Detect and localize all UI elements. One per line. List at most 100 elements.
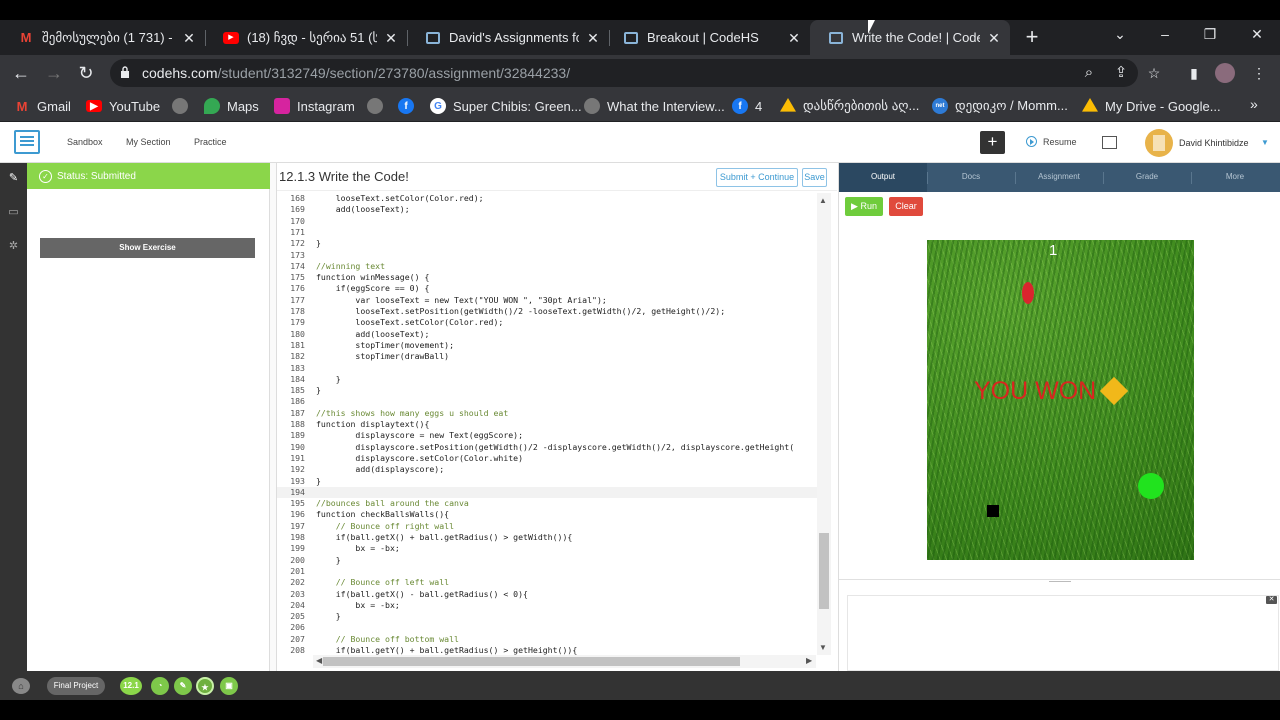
bookmark-star-icon[interactable]: ☆ [1145,64,1163,82]
tab-grade[interactable]: Grade [1103,172,1191,181]
zoom-search-icon[interactable]: ⌕ [1080,64,1098,82]
close-tab-icon[interactable]: ✕ [786,30,802,46]
back-icon[interactable]: ← [10,62,32,84]
code-line[interactable]: 171 [277,227,817,238]
scrollbar-thumb[interactable] [323,657,740,666]
home-icon[interactable]: ⌂ [12,678,30,694]
tab-more[interactable]: More [1191,172,1279,181]
code-line[interactable]: 189 displayscore = new Text(eggScore); [277,430,817,441]
code-line[interactable]: 205 } [277,611,817,622]
chevron-down-icon[interactable]: ▼ [1261,138,1269,147]
code-line[interactable]: 170 [277,216,817,227]
forward-icon[interactable]: → [43,62,65,84]
code-line[interactable]: 191 displayscore.setColor(Color.white) [277,453,817,464]
browser-tab-active[interactable]: Write the Code! | CodeHS ✕ [810,20,1010,55]
restore-icon[interactable]: ❐ [1200,26,1220,43]
code-line[interactable]: 200 } [277,555,817,566]
close-tab-icon[interactable]: ✕ [585,30,601,46]
close-window-icon[interactable]: ✕ [1247,26,1267,43]
code-line[interactable]: 183 [277,363,817,374]
bookmark-youtube[interactable]: ▶ YouTube [86,96,160,116]
scroll-right-icon[interactable]: ▶ [806,656,812,665]
game-canvas[interactable]: 1 YOU WON [927,240,1194,560]
code-line[interactable]: 184 } [277,374,817,385]
code-line[interactable]: 179 looseText.setColor(Color.red); [277,317,817,328]
bookmark-instagram[interactable]: Instagram [274,96,355,116]
bookmark-super-chibis[interactable]: G Super Chibis: Green... [430,96,582,116]
code-line[interactable]: 196 function checkBallsWalls(){ [277,509,817,520]
profile-avatar[interactable] [1215,63,1235,83]
tab-docs[interactable]: Docs [927,172,1015,181]
minimize-icon[interactable]: – [1155,26,1175,42]
code-line[interactable]: 186 [277,396,817,407]
editor-vertical-scrollbar[interactable]: ▲ ▼ [817,193,831,655]
code-line[interactable]: 174 //winning text [277,261,817,272]
code-line[interactable]: 175 function winMessage() { [277,272,817,283]
bookmark-maps[interactable]: Maps [204,96,259,116]
bookmarks-overflow-icon[interactable]: » [1250,96,1258,112]
resume-button[interactable]: Resume [1026,136,1077,147]
tab-assignment[interactable]: Assignment [1015,172,1103,181]
bookmark-facebook[interactable]: f [398,96,421,116]
code-line[interactable]: 194 [277,486,817,499]
final-project-button[interactable]: Final Project [47,677,105,695]
bookmark-globe[interactable] [367,96,390,116]
code-line[interactable]: 178 looseText.setPosition(getWidth()/2 -… [277,306,817,317]
save-button[interactable]: Save [802,168,827,187]
nav-my-section[interactable]: My Section [126,137,171,147]
bookmark-drive-georgian[interactable]: დასწრებითის აღ... [780,96,919,116]
star-icon[interactable]: ★ [196,677,214,695]
lesson-chip[interactable]: 12.1 [120,677,142,695]
scroll-left-icon[interactable]: ◀ [316,656,322,665]
clear-button[interactable]: Clear [889,197,923,216]
code-line[interactable]: 185} [277,385,817,396]
code-line[interactable]: 201 [277,566,817,577]
resize-grip[interactable] [1049,581,1071,582]
tab-output[interactable]: Output [839,172,927,181]
scroll-down-icon[interactable]: ▼ [819,643,827,652]
code-line[interactable]: 203 if(ball.getX() - ball.getRadius() < … [277,589,817,600]
browser-tab[interactable]: M შემოსულები (1 731) - c ✕ [0,20,205,55]
code-editor[interactable]: 168 looseText.setColor(Color.red); 169 ad… [277,193,817,655]
code-line[interactable]: 181 stopTimer(movement); [277,340,817,351]
bookmark-gmail[interactable]: M Gmail [14,96,71,116]
code-line[interactable]: 208 if(ball.getY() + ball.getRadius() > … [277,645,817,655]
code-line[interactable]: 172} [277,238,817,249]
image-icon[interactable]: ▣ [220,677,238,695]
browser-tab[interactable]: ▶ (18) ჩვდ - სერია 51 (სე ✕ [205,20,407,55]
add-button[interactable]: + [980,131,1005,154]
code-line[interactable]: 199 bx = -bx; [277,543,817,554]
code-line[interactable]: 180 add(looseText); [277,329,817,340]
menu-icon[interactable]: ⋮ [1250,64,1268,82]
map-icon[interactable]: ✎ [7,172,20,185]
tab-search-icon[interactable]: ⌄ [1110,26,1130,43]
url-text[interactable]: codehs.com/student/3132749/section/27378… [142,65,570,81]
code-line[interactable]: 188 function displaytext(){ [277,419,817,430]
code-line[interactable]: 182 stopTimer(drawBall) [277,351,817,362]
code-line[interactable]: 202 // Bounce off left wall [277,577,817,588]
bookmark-my-drive[interactable]: My Drive - Google... [1082,96,1221,116]
code-line[interactable]: 169 add(looseText); [277,204,817,215]
share-icon[interactable]: ⇪ [1112,64,1130,82]
code-line[interactable]: 192 add(displayscore); [277,464,817,475]
user-name[interactable]: David Khintibidze [1179,138,1249,148]
side-panel-icon[interactable]: ▮ [1185,64,1203,82]
close-tab-icon[interactable]: ✕ [383,30,399,46]
close-tab-icon[interactable]: ✕ [986,30,1002,46]
code-line[interactable]: 187 //this shows how many eggs u should e… [277,408,817,419]
close-console-icon[interactable]: ✕ [1266,596,1277,604]
code-line[interactable]: 173 [277,250,817,261]
code-line[interactable]: 206 [277,622,817,633]
code-line[interactable]: 195 //bounces ball around the canva [277,498,817,509]
reload-icon[interactable]: ↻ [75,62,97,84]
code-line[interactable]: 198 if(ball.getX() + ball.getRadius() > … [277,532,817,543]
pencil-icon[interactable]: ✎ [174,677,192,695]
user-avatar[interactable] [1145,129,1173,157]
scrollbar-thumb[interactable] [819,533,829,609]
codehs-logo-icon[interactable] [14,130,40,154]
show-exercise-button[interactable]: Show Exercise [40,238,255,258]
submit-continue-button[interactable]: Submit + Continue [716,168,798,187]
gear-icon[interactable]: ✲ [7,240,20,253]
assignments-list-icon[interactable] [1102,136,1117,149]
code-line[interactable]: 177 var looseText = new Text("YOU WON ",… [277,295,817,306]
